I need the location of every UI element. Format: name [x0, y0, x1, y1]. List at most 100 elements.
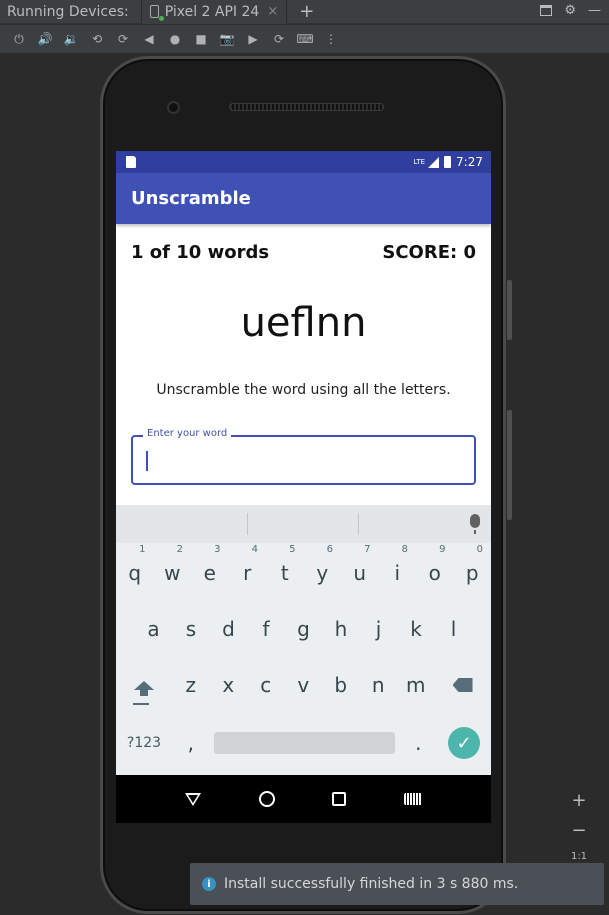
- key-p[interactable]: p0: [454, 544, 492, 599]
- ide-window-controls: ⚙ —: [540, 3, 601, 18]
- key-h[interactable]: h: [322, 603, 360, 655]
- key-x[interactable]: x: [210, 659, 248, 711]
- key-u[interactable]: u7: [341, 544, 379, 599]
- info-icon: i: [202, 877, 216, 891]
- settings-gear-icon[interactable]: ⚙: [564, 3, 576, 18]
- ide-tab-bar: Running Devices: Pixel 2 API 24 × + ⚙ —: [0, 0, 609, 24]
- app-title: Unscramble: [131, 188, 251, 209]
- sd-card-icon: [126, 156, 136, 168]
- close-tab-icon[interactable]: ×: [267, 4, 278, 19]
- key-r[interactable]: r4: [229, 544, 267, 599]
- comma-key[interactable]: ,: [172, 731, 210, 755]
- status-time: 7:27: [456, 155, 483, 169]
- zoom-controls: + − 1:1: [566, 790, 592, 864]
- key-y[interactable]: y6: [304, 544, 342, 599]
- rotate-left-icon[interactable]: ⟲: [84, 26, 110, 52]
- earpiece-speaker: [229, 103, 384, 111]
- keyboard-row-3: z x c v b n m: [116, 659, 491, 711]
- key-d[interactable]: d: [210, 603, 248, 655]
- screenshot-camera-icon[interactable]: 📷: [214, 26, 240, 52]
- minimize-icon[interactable]: —: [588, 3, 601, 18]
- word-input-container[interactable]: Enter your word: [131, 428, 476, 485]
- nav-keyboard-icon[interactable]: [404, 793, 423, 805]
- word-input-label: Enter your word: [143, 428, 232, 439]
- key-m[interactable]: m: [397, 659, 435, 711]
- keyboard-row-4: ?123 , . ✓: [116, 717, 491, 769]
- backspace-icon: [452, 678, 473, 692]
- word-count: 1 of 10 words: [131, 242, 270, 263]
- key-n[interactable]: n: [360, 659, 398, 711]
- instructions-text: Unscramble the word using all the letter…: [156, 382, 451, 398]
- key-e[interactable]: e3: [191, 544, 229, 599]
- phone-icon: [149, 5, 164, 21]
- key-t[interactable]: t5: [266, 544, 304, 599]
- keyboard-row-1: q1 w2 e3 r4 t5 y6 u7 i8 o9 p0: [116, 544, 492, 599]
- signal-icon: [428, 156, 440, 168]
- backspace-key[interactable]: [435, 659, 491, 711]
- key-q[interactable]: q1: [116, 544, 154, 599]
- key-l[interactable]: l: [435, 603, 473, 655]
- key-v[interactable]: v: [285, 659, 323, 711]
- scrambled-word: ueflnn: [240, 300, 367, 346]
- microphone-icon[interactable]: [470, 514, 480, 534]
- overview-icon[interactable]: ■: [188, 26, 214, 52]
- nav-back-icon[interactable]: [184, 792, 201, 806]
- nav-recents-icon[interactable]: [332, 792, 347, 806]
- key-k[interactable]: k: [397, 603, 435, 655]
- add-device-tab-button[interactable]: +: [299, 1, 314, 22]
- key-j[interactable]: j: [360, 603, 398, 655]
- volume-down-icon[interactable]: 🔉: [58, 26, 84, 52]
- key-w[interactable]: w2: [154, 544, 192, 599]
- space-key[interactable]: [210, 732, 400, 754]
- volume-button[interactable]: [507, 280, 512, 340]
- symbols-key[interactable]: ?123: [116, 735, 172, 751]
- period-key[interactable]: .: [400, 731, 438, 755]
- record-video-icon[interactable]: ▶: [240, 26, 266, 52]
- key-g[interactable]: g: [285, 603, 323, 655]
- zoom-actual-size-button[interactable]: 1:1: [571, 850, 587, 864]
- status-bar: LTE 7:27: [116, 151, 491, 173]
- game-content: 1 of 10 words SCORE: 0 ueflnn Unscramble…: [116, 224, 491, 504]
- install-notification: i Install successfully finished in 3 s 8…: [190, 863, 604, 905]
- app-bar: Unscramble: [116, 173, 491, 224]
- zoom-out-button[interactable]: −: [571, 820, 586, 842]
- key-i[interactable]: i8: [379, 544, 417, 599]
- front-camera: [167, 101, 180, 114]
- keyboard-icon[interactable]: ⌨: [292, 26, 318, 52]
- home-icon[interactable]: ●: [162, 26, 188, 52]
- back-icon[interactable]: ◀: [136, 26, 162, 52]
- zoom-in-button[interactable]: +: [571, 790, 586, 812]
- device-screen: LTE 7:27 Unscramble 1 of 10 words SCORE:…: [116, 151, 491, 775]
- key-b[interactable]: b: [322, 659, 360, 711]
- notification-message: Install successfully finished in 3 s 880…: [224, 876, 519, 892]
- snapshot-icon[interactable]: ⟳: [266, 26, 292, 52]
- lte-indicator: LTE: [413, 158, 426, 166]
- word-input[interactable]: [145, 451, 455, 471]
- key-s[interactable]: s: [172, 603, 210, 655]
- device-tab[interactable]: Pixel 2 API 24 ×: [140, 0, 288, 24]
- suggestion-divider: [247, 513, 248, 535]
- go-key[interactable]: ✓: [437, 727, 491, 759]
- power-button[interactable]: [507, 410, 512, 520]
- key-f[interactable]: f: [247, 603, 285, 655]
- device-tab-label: Pixel 2 API 24: [164, 3, 260, 20]
- power-icon[interactable]: ⏻: [6, 26, 32, 52]
- running-devices-title: Running Devices:: [7, 3, 129, 20]
- key-a[interactable]: a: [135, 603, 173, 655]
- shift-icon: [134, 680, 154, 696]
- shift-key[interactable]: [116, 659, 172, 711]
- suggestion-strip: [116, 505, 491, 543]
- volume-up-icon[interactable]: 🔊: [32, 26, 58, 52]
- score: SCORE: 0: [382, 242, 476, 263]
- key-c[interactable]: c: [247, 659, 285, 711]
- key-z[interactable]: z: [172, 659, 210, 711]
- suggestion-divider: [358, 513, 359, 535]
- text-caret: [146, 451, 148, 471]
- window-layout-icon[interactable]: [540, 5, 553, 16]
- battery-icon: [444, 156, 452, 168]
- key-o[interactable]: o9: [416, 544, 454, 599]
- nav-home-icon[interactable]: [258, 791, 275, 807]
- rotate-right-icon[interactable]: ⟳: [110, 26, 136, 52]
- soft-keyboard: q1 w2 e3 r4 t5 y6 u7 i8 o9 p0 a s d f g …: [116, 505, 491, 775]
- more-options-icon[interactable]: ⋮: [318, 26, 344, 52]
